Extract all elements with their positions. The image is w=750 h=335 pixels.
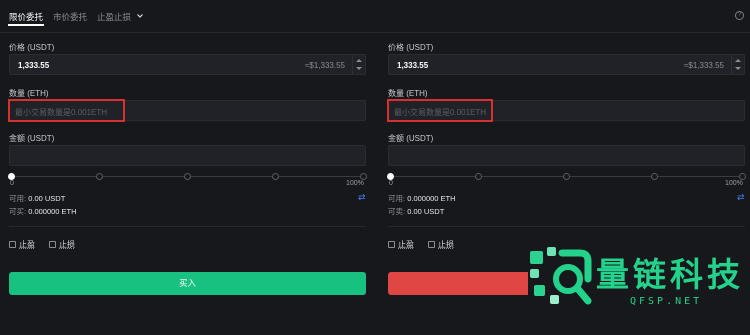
slider-mark-50[interactable] <box>184 173 191 180</box>
price-approx: ≈$1,333.55 <box>305 61 345 70</box>
slider-mark-50[interactable] <box>563 173 570 180</box>
slider-mark-75[interactable] <box>272 173 279 180</box>
checkbox-icon[interactable] <box>428 241 435 248</box>
can-buy: 可买: 0.000000 ETH <box>9 206 77 217</box>
stop-loss-label: 止损 <box>438 240 454 249</box>
buy-button[interactable]: 买入 <box>9 272 366 295</box>
amount-input[interactable]: 最小交易数量是0.001ETH <box>387 99 745 122</box>
amount-input[interactable]: 最小交易数量是0.001ETH <box>8 99 366 122</box>
slider-min-label: 0 <box>10 180 14 187</box>
slider-mark-25[interactable] <box>96 173 103 180</box>
amount-slider[interactable] <box>8 173 367 181</box>
can-sell-value: 0.00 USDT <box>407 207 445 216</box>
stop-loss-checkbox[interactable]: 止损 <box>49 239 75 250</box>
price-input[interactable]: 1,333.55 ≈$1,333.55 <box>9 54 366 75</box>
available-value: 0.00 USDT <box>28 194 66 203</box>
take-profit-label: 止盈 <box>19 240 35 249</box>
slider-max-label: 100% <box>346 180 364 187</box>
can-buy-label: 可买: <box>9 207 27 216</box>
watermark-text: 量链科技 <box>596 255 744 294</box>
total-label: 金额 (USDT) <box>9 134 55 143</box>
amount-label: 数量 (ETH) <box>9 89 49 98</box>
available-label: 可用: <box>388 194 406 203</box>
slider-min-label: 0 <box>389 180 393 187</box>
tab-tp-sl-label: 止盈止损 <box>97 12 132 22</box>
slider-handle[interactable] <box>387 173 394 180</box>
total-input[interactable] <box>9 145 366 166</box>
price-value: 1,333.55 <box>18 61 50 70</box>
tab-tp-sl[interactable]: 止盈止损 <box>97 11 144 23</box>
total-input[interactable] <box>388 145 745 166</box>
watermark-url: QFSP.NET <box>630 296 703 307</box>
section-divider <box>9 226 366 227</box>
section-divider <box>388 226 745 227</box>
slider-max-label: 100% <box>725 180 743 187</box>
price-input[interactable]: 1,333.55 ≈$1,333.55 <box>388 54 745 75</box>
price-stepper[interactable] <box>731 55 744 74</box>
price-stepper[interactable] <box>352 55 365 74</box>
highlight-box <box>8 99 125 122</box>
price-approx: ≈$1,333.55 <box>684 61 724 70</box>
take-profit-checkbox[interactable]: 止盈 <box>388 239 414 250</box>
slider-mark-25[interactable] <box>475 173 482 180</box>
take-profit-checkbox[interactable]: 止盈 <box>9 239 35 250</box>
slider-handle[interactable] <box>8 173 15 180</box>
active-tab-indicator <box>8 24 44 26</box>
tab-limit-order[interactable]: 限价委托 <box>9 11 43 23</box>
take-profit-label: 止盈 <box>398 240 414 249</box>
chevron-down-icon <box>137 14 144 18</box>
price-label: 价格 (USDT) <box>388 43 434 52</box>
slider-mark-75[interactable] <box>651 173 658 180</box>
total-label: 金额 (USDT) <box>388 134 434 143</box>
slider-mark-100[interactable] <box>739 173 746 180</box>
checkbox-icon[interactable] <box>9 241 16 248</box>
available-balance: 可用: 0.000000 ETH <box>388 193 456 204</box>
buy-panel: 价格 (USDT) 1,333.55 ≈$1,333.55 数量 (ETH) 最… <box>8 33 369 333</box>
checkbox-icon[interactable] <box>49 241 56 248</box>
slider-mark-100[interactable] <box>360 173 367 180</box>
swap-icon[interactable]: ⇄ <box>737 192 745 203</box>
highlight-box <box>387 99 493 122</box>
amount-label: 数量 (ETH) <box>388 89 428 98</box>
watermark: 量链科技 QFSP.NET <box>528 240 750 335</box>
checkbox-icon[interactable] <box>388 241 395 248</box>
help-icon[interactable]: ? <box>735 11 744 20</box>
available-balance: 可用: 0.00 USDT <box>9 193 65 204</box>
order-type-tabs: 限价委托 市价委托 止盈止损 ? <box>0 0 750 32</box>
caret-down-icon[interactable] <box>735 67 741 70</box>
can-buy-value: 0.000000 ETH <box>28 207 77 216</box>
swap-icon[interactable]: ⇄ <box>358 192 366 203</box>
can-sell-label: 可卖: <box>388 207 406 216</box>
caret-up-icon[interactable] <box>735 59 741 62</box>
stop-loss-label: 止损 <box>59 240 75 249</box>
price-label: 价格 (USDT) <box>9 43 55 52</box>
price-value: 1,333.55 <box>397 61 429 70</box>
caret-down-icon[interactable] <box>356 67 362 70</box>
available-value: 0.000000 ETH <box>407 194 456 203</box>
can-sell: 可卖: 0.00 USDT <box>388 206 444 217</box>
amount-slider[interactable] <box>387 173 746 181</box>
brand-logo-icon <box>530 247 592 305</box>
stop-loss-checkbox[interactable]: 止损 <box>428 239 454 250</box>
caret-up-icon[interactable] <box>356 59 362 62</box>
available-label: 可用: <box>9 194 27 203</box>
tab-market-order[interactable]: 市价委托 <box>53 11 87 23</box>
